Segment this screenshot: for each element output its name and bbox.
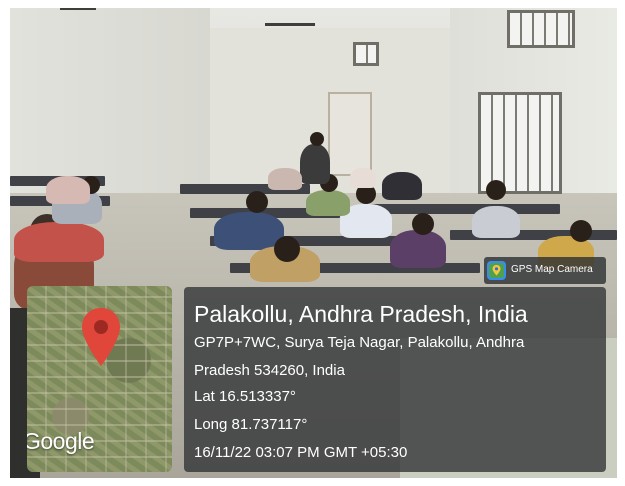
student [382, 172, 422, 200]
student-head [486, 180, 506, 200]
door [328, 92, 372, 176]
gps-map-camera-icon [487, 261, 506, 280]
latitude: Lat 16.513337° [194, 388, 296, 405]
gps-camera-badge: GPS Map Camera [484, 257, 606, 284]
desk [370, 204, 560, 214]
map-thumbnail: Google [27, 286, 172, 472]
google-logo: Google [27, 428, 95, 454]
address-line-2: Pradesh 534260, India [194, 362, 345, 379]
student [46, 176, 90, 204]
student-head [246, 191, 268, 213]
student-head [412, 213, 434, 235]
back-window [353, 42, 379, 66]
longitude: Long 81.737117° [194, 416, 308, 433]
student-head [310, 132, 324, 146]
student [214, 212, 284, 250]
student [14, 222, 104, 262]
ceiling-fan [265, 23, 315, 26]
location-info-panel: Palakollu, Andhra Pradesh, India GP7P+7W… [184, 287, 606, 472]
student-standing [300, 144, 330, 184]
student [350, 168, 376, 188]
upper-window [507, 10, 575, 48]
student [306, 190, 350, 216]
student [390, 230, 446, 268]
timestamp: 16/11/22 03:07 PM GMT +05:30 [194, 444, 408, 461]
address-line-1: GP7P+7WC, Surya Teja Nagar, Palakollu, A… [194, 334, 525, 351]
student-head [570, 220, 592, 242]
student-head [274, 236, 300, 262]
badge-label: GPS Map Camera [511, 264, 593, 275]
location-pin-icon [82, 308, 120, 366]
ceiling-fan-left [60, 8, 96, 10]
side-window [478, 92, 562, 194]
place-title: Palakollu, Andhra Pradesh, India [194, 301, 528, 327]
student [268, 168, 302, 190]
student [472, 206, 520, 238]
